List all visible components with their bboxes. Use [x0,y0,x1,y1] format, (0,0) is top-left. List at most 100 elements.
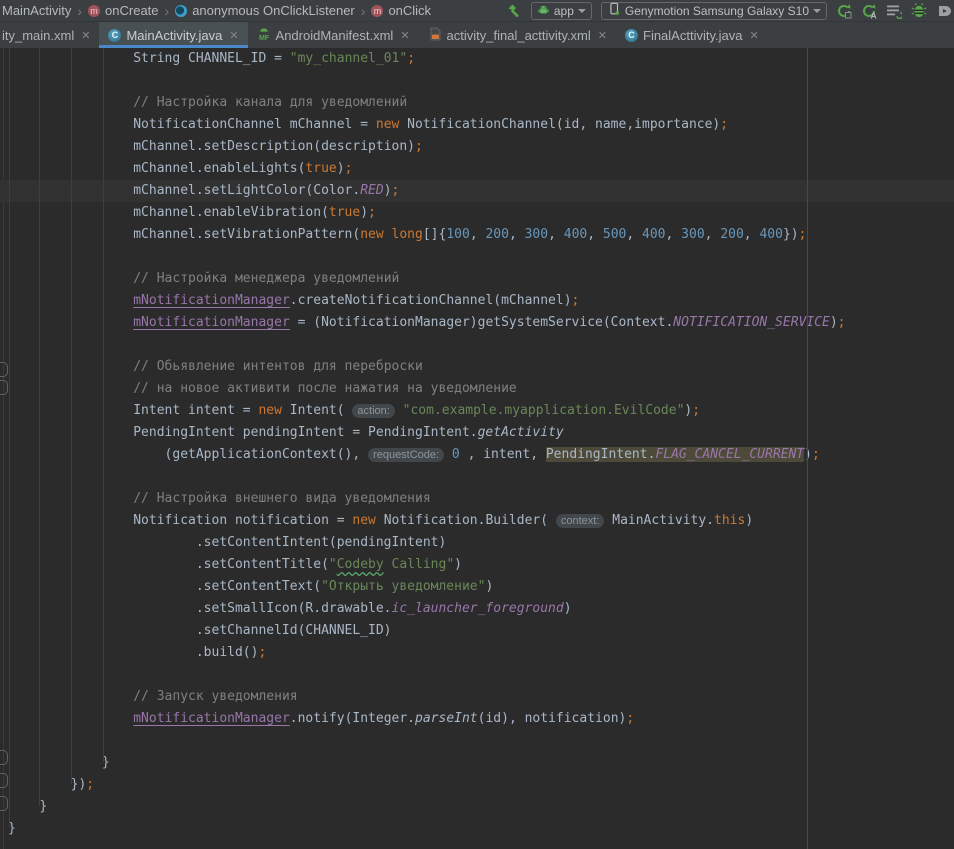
code-line [0,664,954,686]
code-line: mChannel.setLightColor(Color.RED); [0,180,954,202]
java-class-icon: C [108,29,121,42]
code-line: .build(); [0,642,954,664]
profile-icon[interactable] [936,3,952,19]
code-line: mNotificationManager = (NotificationMana… [0,312,954,334]
fold-marker[interactable] [0,380,8,395]
code-line: Notification notification = new Notifica… [0,510,954,532]
tab-label: AndroidManifest.xml [276,28,394,43]
parameter-hint: action: [352,404,394,418]
debug-bug-icon[interactable] [911,3,927,19]
code-line: .setContentText("Открыть уведомление") [0,576,954,598]
code-line: } [0,796,954,818]
code-line: mNotificationManager.notify(Integer.pars… [0,708,954,730]
code-line: }); [0,774,954,796]
apply-changes-restart-icon[interactable] [836,3,852,19]
tab-label: ity_main.xml [2,28,74,43]
code-line: // Настройка внешнего вида уведомления [0,488,954,510]
code-line: // Настройка канала для уведомлений [0,92,954,114]
code-line [0,466,954,488]
run-config-label: app [554,4,574,18]
build-hammer-icon[interactable] [506,3,522,19]
editor-tab-bar: ity_main.xml ✕ C MainActivity.java ✕ MF Androi… [0,22,954,48]
breadcrumb-label: onClick [388,3,431,18]
close-tab-icon[interactable]: ✕ [598,29,607,42]
manifest-file-icon: MF [257,27,271,44]
breadcrumb-item-anonymous-onclicklistener[interactable]: anonymous OnClickListener [175,3,355,18]
svg-text:A: A [871,10,877,19]
code-line [0,334,954,356]
tab-finalacttivity-java[interactable]: C FinalActtivity.java ✕ [616,22,768,48]
svg-text:MF: MF [258,35,269,41]
fold-marker[interactable] [0,362,8,377]
code-line: NotificationChannel mChannel = new Notif… [0,114,954,136]
fold-marker[interactable] [0,750,8,765]
chevron-down-icon [578,9,586,13]
tab-label: MainActivity.java [126,28,222,43]
breadcrumb-separator-icon: › [361,3,366,19]
breadcrumb-separator-icon: › [77,3,82,19]
code-line [0,730,954,752]
breadcrumb-label: anonymous OnClickListener [192,3,355,18]
indent-guide [9,48,10,828]
parameter-hint: requestCode: [368,448,444,462]
code-line: // Настройка менеджера уведомлений [0,268,954,290]
code-line: .setContentIntent(pendingIntent) [0,532,954,554]
code-editor[interactable]: String CHANNEL_ID = "my_channel_01"; // … [0,48,954,849]
fold-marker[interactable] [0,796,8,811]
code-line: mChannel.setDescription(description); [0,136,954,158]
tab-androidmanifest-xml[interactable]: MF AndroidManifest.xml ✕ [248,22,419,48]
breadcrumb-item-onclick[interactable]: m onClick [371,3,431,18]
code-line: mChannel.enableLights(true); [0,158,954,180]
method-icon: m [88,5,100,17]
code-line: mChannel.setVibrationPattern(new long[]{… [0,224,954,246]
code-line: Intent intent = new Intent( action: "com… [0,400,954,422]
code-area: String CHANNEL_ID = "my_channel_01"; // … [0,48,954,840]
breadcrumb-label: MainActivity [2,3,71,18]
close-tab-icon[interactable]: ✕ [400,29,409,42]
run-config-select[interactable]: app [531,2,592,20]
anonymous-class-icon [175,5,187,17]
breadcrumb-label: onCreate [105,3,158,18]
tab-label: activity_final_acttivity.xml [447,28,591,43]
java-class-icon: C [625,29,638,42]
breadcrumb-separator-icon: › [165,3,170,19]
apply-code-changes-icon[interactable]: A [861,3,877,19]
device-select[interactable]: Genymotion Samsung Galaxy S10 [601,2,827,20]
indent-guide [103,48,104,762]
indent-guide [39,48,40,806]
close-tab-icon[interactable]: ✕ [81,29,90,42]
android-robot-icon [537,3,550,19]
code-line: } [0,818,954,840]
code-line: .setSmallIcon(R.drawable.ic_launcher_for… [0,598,954,620]
toolbar-actions: app Genymotion Samsung Galaxy S10 A [506,2,954,20]
phone-device-icon [607,2,621,19]
code-line: } [0,752,954,774]
close-tab-icon[interactable]: ✕ [749,29,758,42]
close-tab-icon[interactable]: ✕ [229,29,238,42]
code-line [0,70,954,92]
parameter-hint: context: [556,514,605,528]
chevron-down-icon [813,9,821,13]
attach-debugger-icon[interactable] [886,3,902,19]
breadcrumb-item-oncreate[interactable]: m onCreate [88,3,158,18]
code-line: PendingIntent pendingIntent = PendingInt… [0,422,954,444]
code-line: .setContentTitle("Codeby Calling") [0,554,954,576]
code-line: (getApplicationContext(), requestCode: 0… [0,444,954,466]
tab-label: FinalActtivity.java [643,28,742,43]
method-icon: m [371,5,383,17]
code-line: // на новое активити после нажатия на ув… [0,378,954,400]
breadcrumb-item-mainactivity[interactable]: MainActivity [2,3,71,18]
code-line: mNotificationManager.createNotificationC… [0,290,954,312]
code-line: // Запуск уведомления [0,686,954,708]
breadcrumb-toolbar: MainActivity › m onCreate › anonymous OnClick… [0,0,954,22]
tab-mainactivity-java[interactable]: C MainActivity.java ✕ [99,22,247,48]
code-line: String CHANNEL_ID = "my_channel_01"; [0,48,954,70]
code-line: .setChannelId(CHANNEL_ID) [0,620,954,642]
tab-activity-final-acttivity-xml[interactable]: activity_final_acttivity.xml ✕ [419,22,616,48]
code-line: mChannel.enableVibration(true); [0,202,954,224]
code-line: // Обьявление интентов для переброски [0,356,954,378]
tab-ity-main-xml[interactable]: ity_main.xml ✕ [0,22,99,48]
device-label: Genymotion Samsung Galaxy S10 [625,4,809,18]
fold-marker[interactable] [0,773,8,788]
breadcrumb: MainActivity › m onCreate › anonymous OnClick… [2,3,431,19]
